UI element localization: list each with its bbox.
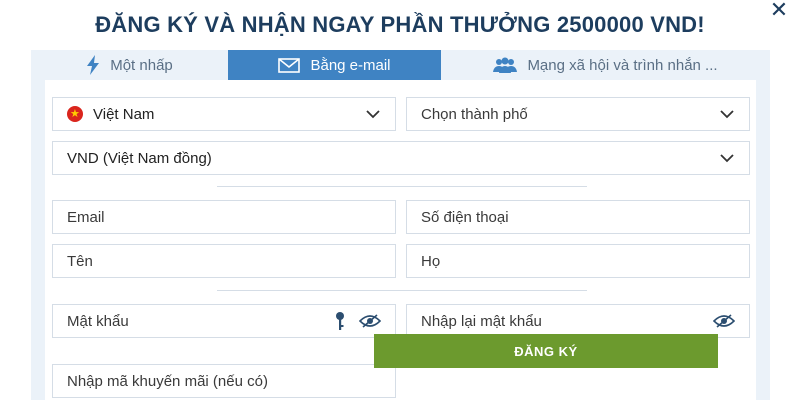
divider bbox=[217, 290, 587, 291]
promo-placeholder: Nhập mã khuyến mãi (nếu có) bbox=[67, 372, 268, 390]
registration-tabs: Một nhấp Bằng e-mail Mạng xã hội và trìn… bbox=[31, 50, 770, 80]
password-confirm-placeholder: Nhập lại mật khẩu bbox=[421, 312, 542, 330]
phone-placeholder: Số điện thoại bbox=[421, 208, 509, 226]
city-select[interactable]: Chọn thành phố bbox=[406, 97, 750, 131]
tab-label: Bằng e-mail bbox=[310, 56, 391, 74]
divider bbox=[217, 186, 587, 187]
page-title: ĐĂNG KÝ VÀ NHẬN NGAY PHẦN THƯỞNG 2500000… bbox=[95, 12, 705, 37]
country-select[interactable]: ★ Việt Nam bbox=[52, 97, 396, 131]
last-name-placeholder: Họ bbox=[421, 252, 441, 270]
tab-social[interactable]: Mạng xã hội và trình nhắn ... bbox=[441, 50, 770, 80]
envelope-icon bbox=[278, 57, 301, 73]
last-name-field[interactable]: Họ bbox=[406, 244, 750, 278]
currency-select[interactable]: VND (Việt Nam đồng) bbox=[52, 141, 750, 175]
tab-email[interactable]: Bằng e-mail bbox=[228, 50, 441, 80]
promo-code-field[interactable]: Nhập mã khuyến mãi (nếu có) bbox=[52, 364, 396, 398]
phone-field[interactable]: Số điện thoại bbox=[406, 200, 750, 234]
password-placeholder: Mật khẩu bbox=[67, 312, 129, 330]
eye-slash-icon[interactable] bbox=[359, 314, 381, 328]
password-confirm-field[interactable]: Nhập lại mật khẩu bbox=[406, 304, 750, 338]
password-field[interactable]: Mật khẩu bbox=[52, 304, 396, 338]
eye-slash-icon[interactable] bbox=[713, 314, 735, 328]
city-value: Chọn thành phố bbox=[421, 105, 528, 123]
tab-one-click[interactable]: Một nhấp bbox=[31, 50, 228, 80]
key-icon[interactable] bbox=[335, 311, 345, 331]
email-placeholder: Email bbox=[67, 208, 105, 226]
country-value: Việt Nam bbox=[93, 105, 155, 123]
lightning-icon bbox=[87, 55, 100, 75]
tab-label: Một nhấp bbox=[110, 56, 173, 74]
email-field[interactable]: Email bbox=[52, 200, 396, 234]
currency-value: VND (Việt Nam đồng) bbox=[67, 149, 212, 167]
users-icon bbox=[493, 57, 518, 73]
first-name-field[interactable]: Tên bbox=[52, 244, 396, 278]
chevron-down-icon bbox=[365, 106, 381, 122]
first-name-placeholder: Tên bbox=[67, 252, 93, 270]
vietnam-flag-icon: ★ bbox=[67, 106, 83, 122]
chevron-down-icon bbox=[719, 106, 735, 122]
tab-label: Mạng xã hội và trình nhắn ... bbox=[527, 56, 718, 74]
chevron-down-icon bbox=[719, 150, 735, 166]
register-button[interactable]: ĐĂNG KÝ bbox=[374, 334, 718, 368]
close-icon[interactable]: ✕ bbox=[768, 0, 790, 22]
